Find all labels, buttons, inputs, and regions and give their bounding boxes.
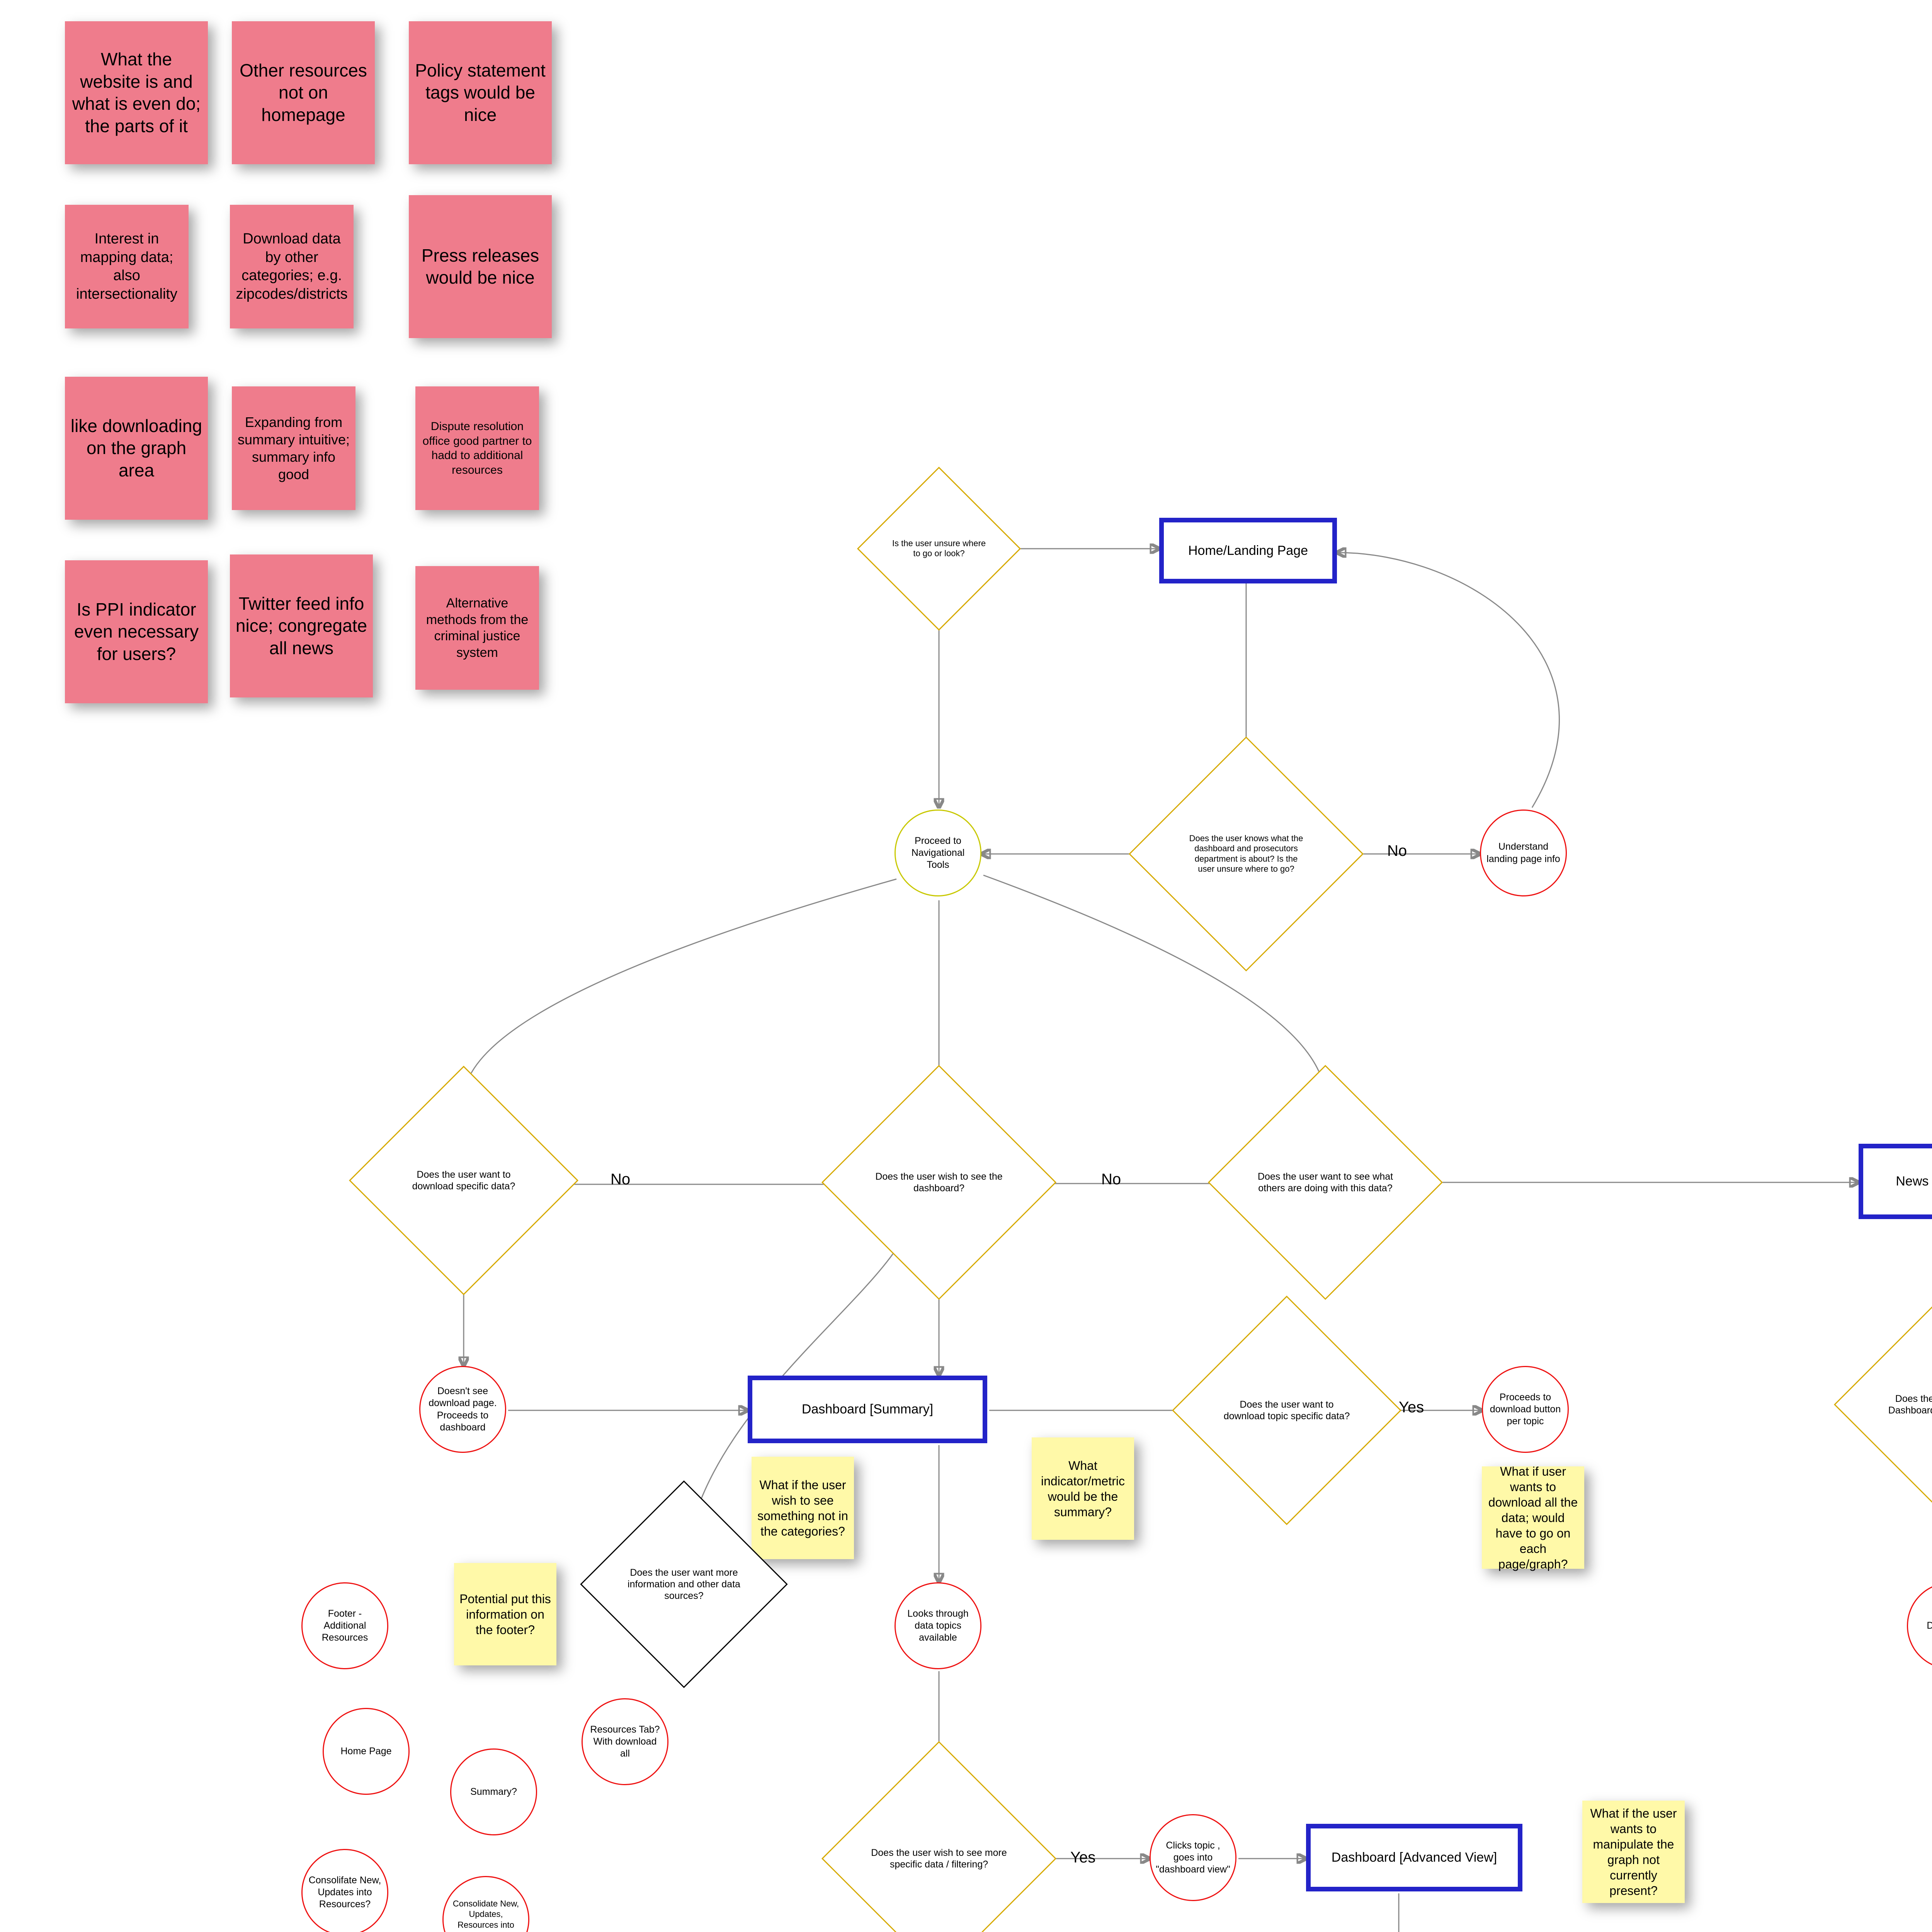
- edge-label-no: No: [1387, 842, 1407, 860]
- diamond-wish-dashboard: Does the user wish to see the dashboard?: [856, 1099, 1022, 1265]
- diamond-see-others: Does the user want to see what others ar…: [1242, 1099, 1408, 1265]
- edge-label-no: No: [611, 1171, 630, 1188]
- diamond-more-specific: Does the user wish to see more specific …: [856, 1776, 1022, 1932]
- edge-label-no: No: [1101, 1171, 1121, 1188]
- circle-summary-q: Summary?: [450, 1748, 537, 1835]
- sticky-pink: Press releases would be nice: [409, 195, 552, 338]
- circle-footer-resources: Footer - Additional Resources: [301, 1582, 388, 1669]
- sticky-pink: Is PPI indicator even necessary for user…: [65, 560, 208, 703]
- circle-look-topics: Looks through data topics available: [895, 1582, 981, 1669]
- circle-home-page: Home Page: [323, 1708, 410, 1795]
- sticky-pink: Other resources not on homepage: [232, 21, 375, 164]
- rect-dashboard-summary: Dashboard [Summary]: [748, 1376, 987, 1443]
- diamond-dl-specific: Does the user want to download specific …: [383, 1099, 545, 1262]
- diamond-more-info: Does the user want more information and …: [611, 1511, 757, 1658]
- sticky-pink: Download data by other categories; e.g. …: [230, 205, 354, 328]
- sticky-yellow: What if the user wants to manipulate the…: [1582, 1801, 1685, 1903]
- sticky-pink: like downloading on the graph area: [65, 377, 208, 520]
- circle-landing-info: Understand landing page info: [1480, 810, 1567, 896]
- sticky-pink: Policy statement tags would be nice: [409, 21, 552, 164]
- sticky-yellow: What if user wants to download all the d…: [1482, 1466, 1584, 1569]
- diamond-unsure: Is the user unsure where to go or look?: [881, 491, 997, 607]
- diamond-dash-updates: Does the user want to see Dashboard spec…: [1868, 1321, 1932, 1488]
- sticky-yellow: What if the user wish to see something n…: [752, 1457, 854, 1559]
- diamond-knows: Does the user knows what the dashboard a…: [1163, 771, 1329, 937]
- circle-no-dl-page: Doesn't see download page. Proceeds to d…: [419, 1366, 506, 1453]
- sticky-yellow: What indicator/metric would be the summa…: [1032, 1437, 1134, 1540]
- sticky-pink: Dispute resolution office good partner t…: [415, 386, 539, 510]
- flowchart-canvas: What the website is and what is even do;…: [0, 0, 1932, 1932]
- rect-home: Home/Landing Page: [1159, 518, 1337, 583]
- sticky-pink: Interest in mapping data; also intersect…: [65, 205, 189, 328]
- sticky-pink: Expanding from summary intuitive; summar…: [232, 386, 355, 510]
- sticky-pink: Alternative methods from the criminal ju…: [415, 566, 539, 690]
- circle-clicks-topic: Clicks topic , goes into "dashboard view…: [1150, 1814, 1236, 1901]
- sticky-pink: What the website is and what is even do;…: [65, 21, 208, 164]
- rect-dashboard-advanced: Dashboard [Advanced View]: [1306, 1824, 1522, 1891]
- edge-label-yes: Yes: [1399, 1399, 1424, 1416]
- circle-dl-per-topic: Proceeds to download button per topic: [1482, 1366, 1569, 1453]
- rect-news: News and Updates: [1859, 1144, 1932, 1219]
- sticky-yellow: Potential put this information on the fo…: [454, 1563, 556, 1665]
- circle-filter-dash: Filter for Dashboard Updates: [1907, 1582, 1932, 1669]
- edge-label-yes: Yes: [1070, 1849, 1095, 1866]
- circle-nav-tools: Proceed to Navigational Tools: [895, 810, 981, 896]
- circle-consol-new: Consolifate New, Updates into Resources?: [301, 1849, 388, 1932]
- diamond-dl-topic: Does the user want to download topic spe…: [1206, 1329, 1368, 1492]
- sticky-pink: Twitter feed info nice; congregate all n…: [230, 554, 373, 697]
- circle-resources-tab: Resources Tab? With download all: [582, 1698, 668, 1785]
- circle-consol-comm: Consolidate New, Updates, Resources into…: [442, 1876, 529, 1932]
